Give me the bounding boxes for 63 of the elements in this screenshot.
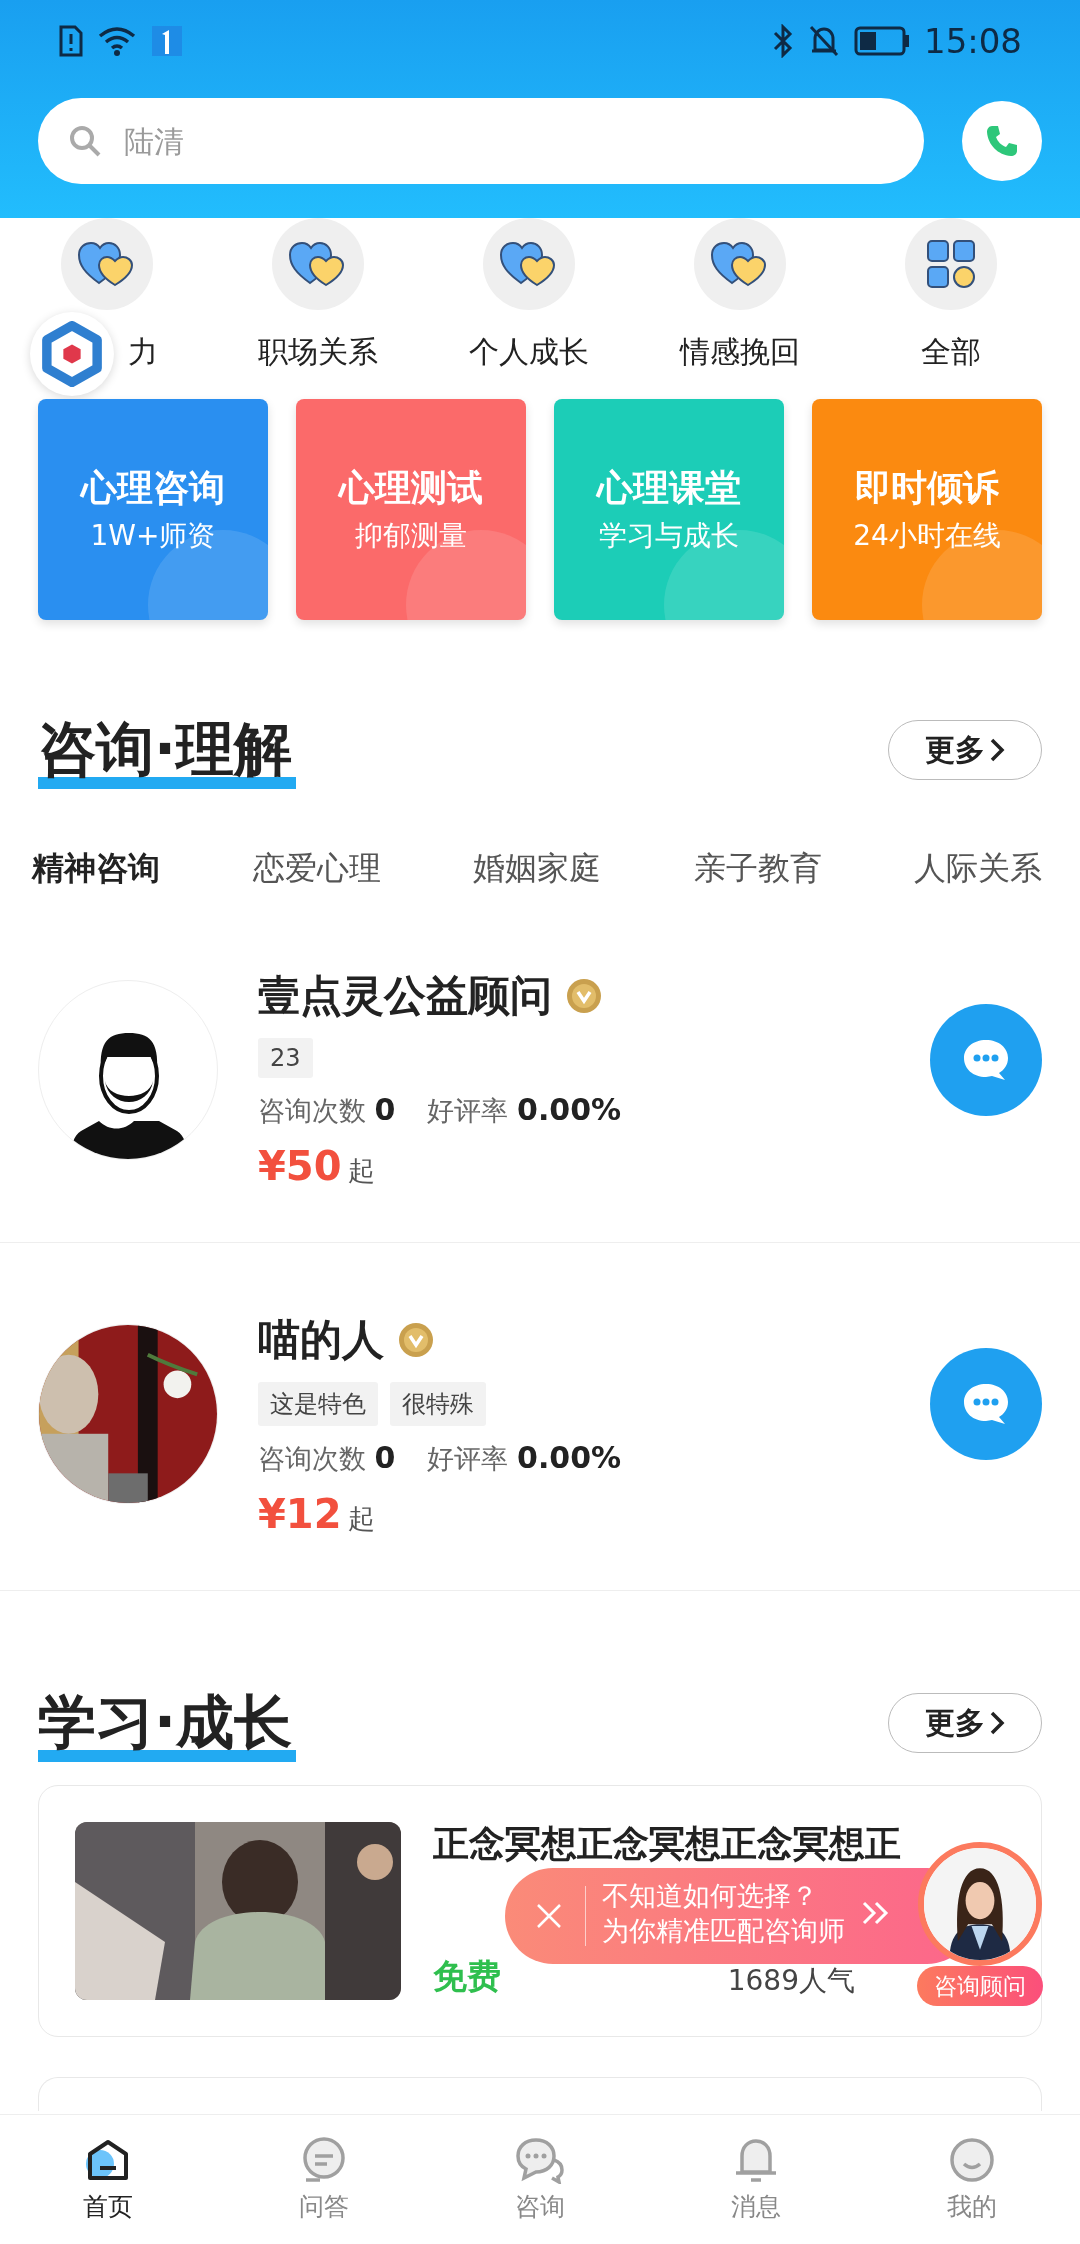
double-chevron-icon (861, 1900, 891, 1927)
chevron-right-icon (989, 737, 1005, 763)
category-label[interactable]: 全部 (921, 332, 981, 373)
counselor-name: 喵的人 (258, 1314, 384, 1366)
rating: 好评率 0.00% (427, 1440, 622, 1477)
rating: 好评率 0.00% (427, 1092, 622, 1129)
nav-tab[interactable]: 咨询 (470, 2136, 610, 2223)
chat-bubble-icon (961, 1381, 1011, 1427)
verified-badge-icon (566, 978, 602, 1014)
category-label[interactable]: 情感挽回 (680, 332, 800, 373)
clock: 15:08 (924, 21, 1022, 61)
nav-tab[interactable]: 问答 (254, 2136, 394, 2223)
consult-count: 咨询次数 0 (258, 1440, 396, 1477)
sim-alert-icon (58, 24, 84, 58)
tag: 这是特色 (258, 1382, 378, 1426)
feature-title: 即时倾诉 (855, 466, 999, 510)
feature-title: 心理课堂 (597, 466, 741, 510)
feature-title: 心理咨询 (81, 466, 225, 510)
smiley-icon (948, 2136, 996, 2184)
search-bar[interactable]: 陆清 (38, 98, 924, 184)
feature-subtitle: 1W+师资 (90, 518, 216, 554)
bluetooth-icon (772, 24, 794, 58)
category-tab[interactable]: 恋爱心理 (252, 847, 381, 891)
feature-subtitle: 24小时在线 (853, 518, 1001, 554)
chat-bubbles-icon (514, 2136, 566, 2184)
grid-icon (926, 239, 976, 289)
phone-icon (984, 123, 1020, 159)
category-label[interactable]: 个人成长 (469, 332, 589, 373)
category-tab[interactable]: 婚姻家庭 (473, 847, 601, 891)
counselor-name: 壹点灵公益顾问 (258, 970, 552, 1022)
bell-muted-icon (808, 24, 840, 58)
more-button[interactable]: 更多 (888, 1693, 1042, 1753)
wifi-icon (98, 26, 136, 56)
category-tab[interactable]: 人际关系 (914, 847, 1042, 891)
close-icon (536, 1903, 562, 1929)
tag: 很特殊 (390, 1382, 486, 1426)
chevron-right-icon (989, 1710, 1005, 1736)
category-tab[interactable]: 精神咨询 (32, 847, 160, 891)
nav-tab[interactable]: 我的 (902, 2136, 1042, 2223)
advisor-badge: 咨询顾问 (917, 1966, 1043, 2006)
consult-count: 咨询次数 0 (258, 1092, 396, 1129)
course-price: 免费 (433, 1955, 501, 1998)
feature-subtitle: 学习与成长 (599, 518, 739, 554)
battery-icon (854, 26, 910, 56)
price: ¥12 起 (258, 1491, 376, 1537)
category-label[interactable]: 职场关系 (258, 332, 378, 373)
speech-bubble-icon (300, 2136, 348, 2184)
search-icon (68, 124, 102, 158)
verified-badge-icon (398, 1322, 434, 1358)
category-tab[interactable]: 亲子教育 (693, 847, 822, 891)
nav-tab[interactable]: 消息 (686, 2136, 826, 2223)
floating-logo-icon[interactable] (30, 312, 114, 396)
app-notification-icon (150, 24, 184, 58)
tag: 23 (258, 1038, 313, 1078)
feature-title: 心理测试 (339, 466, 483, 510)
more-button[interactable]: 更多 (888, 720, 1042, 780)
category-label[interactable]: 力 (128, 332, 158, 373)
nav-tab[interactable]: 首页 (38, 2136, 178, 2223)
search-input[interactable]: 陆清 (122, 122, 894, 160)
view-count: 1689人气 (727, 1963, 855, 1999)
price: ¥50 起 (258, 1143, 376, 1189)
chat-bubble-icon (961, 1037, 1011, 1083)
feature-subtitle: 抑郁测量 (355, 518, 467, 554)
